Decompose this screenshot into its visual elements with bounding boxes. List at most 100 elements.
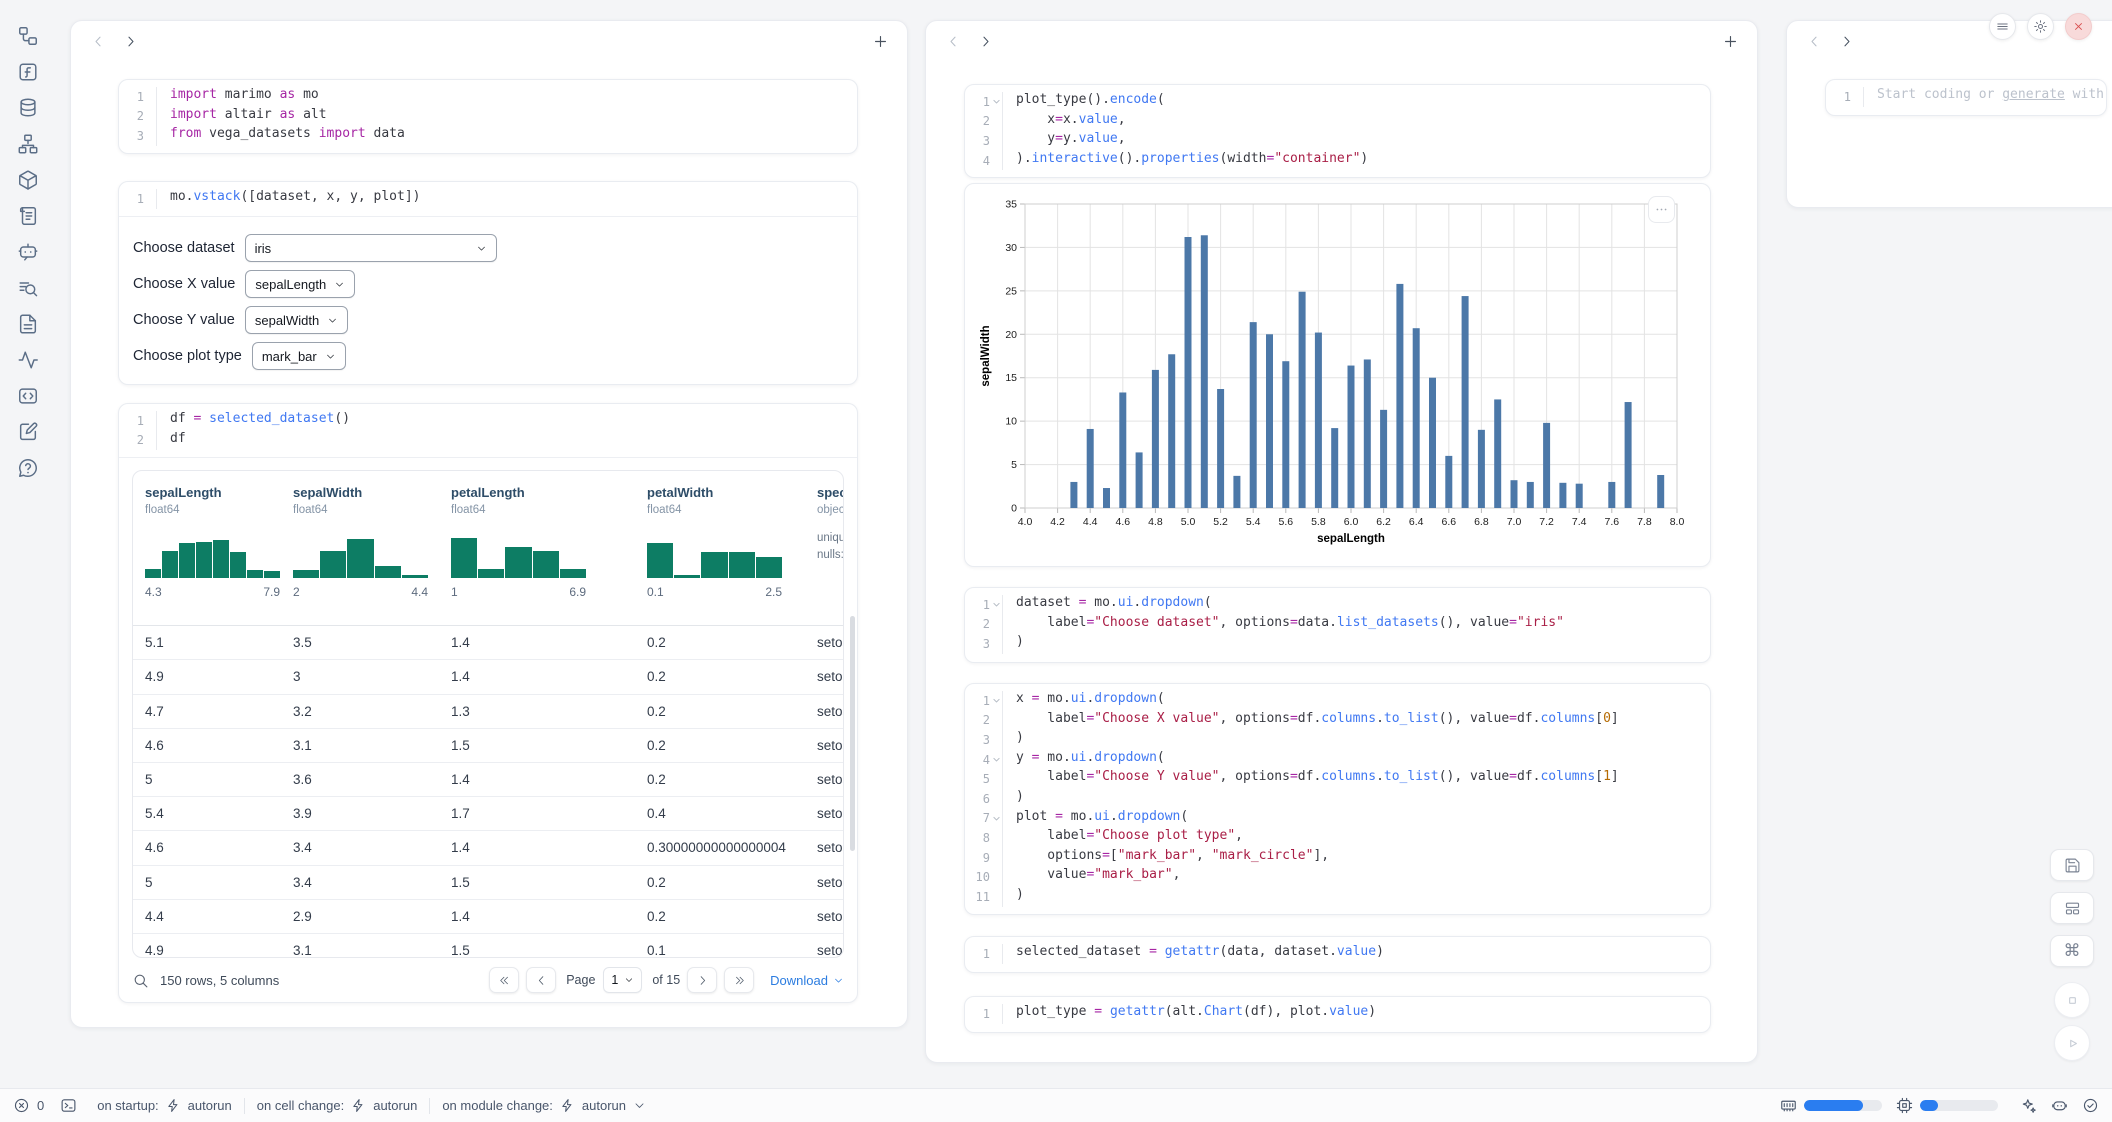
fold-chevron-icon[interactable]: [990, 600, 1002, 610]
code-line[interactable]: label="Choose X value", options=df.colum…: [1016, 711, 1710, 731]
add-cell-button[interactable]: [869, 30, 891, 52]
column-header-species[interactable]: speciesobjectunique:nulls:: [817, 485, 844, 564]
code-line[interactable]: import altair as alt: [170, 107, 857, 127]
terminal-button[interactable]: [60, 1097, 77, 1114]
code-line[interactable]: y = mo.ui.dropdown(: [1016, 750, 1710, 770]
code-line[interactable]: mo.vstack([dataset, x, y, plot]): [170, 189, 857, 209]
sidebar-dependencies-button[interactable]: [13, 130, 43, 158]
ai-assistant-button[interactable]: [2020, 1097, 2037, 1114]
sidebar-documentation-button[interactable]: [13, 310, 43, 338]
error-count-indicator[interactable]: 0: [13, 1097, 44, 1114]
column-header-sepalWidth[interactable]: sepalWidthfloat6424.4: [293, 485, 453, 599]
next-page-button[interactable]: [687, 967, 717, 993]
code-line[interactable]: plot_type = getattr(alt.Chart(df), plot.…: [1016, 1004, 1710, 1024]
code-line[interactable]: label="Choose dataset", options=data.lis…: [1016, 615, 1710, 635]
code-line[interactable]: df: [170, 431, 857, 451]
code-line[interactable]: y=y.value,: [1016, 131, 1710, 151]
code-cell-vstack[interactable]: 1mo.vstack([dataset, x, y, plot]) Choose…: [118, 181, 858, 385]
code-cell-imports[interactable]: 123import marimo as moimport altair as a…: [118, 79, 858, 154]
keyboard-shortcuts-button[interactable]: ⌘: [2050, 935, 2094, 967]
column-header-petalLength[interactable]: petalLengthfloat6416.9: [451, 485, 611, 599]
scroll-left-button[interactable]: [87, 30, 109, 52]
dropdown-choose-plot-type[interactable]: mark_bar: [252, 342, 346, 370]
code-cell-dataframe[interactable]: 12df = selected_dataset()df sepalLengthf…: [118, 403, 858, 1003]
code-line[interactable]: ): [1016, 634, 1710, 654]
runtime-config-on-cell-change[interactable]: on cell change:autorun: [257, 1098, 418, 1113]
sidebar-packages-button[interactable]: [13, 166, 43, 194]
column-header-sepalLength[interactable]: sepalLengthfloat644.37.9: [145, 485, 305, 599]
code-line[interactable]: label="Choose plot type",: [1016, 828, 1710, 848]
scroll-right-button[interactable]: [1835, 30, 1857, 52]
first-page-button[interactable]: [489, 967, 519, 993]
settings-button[interactable]: [2027, 13, 2054, 40]
code-line[interactable]: ): [1016, 730, 1710, 750]
code-line[interactable]: plot = mo.ui.dropdown(: [1016, 809, 1710, 829]
prev-page-button[interactable]: [526, 967, 556, 993]
column-header-petalWidth[interactable]: petalWidthfloat640.12.5: [647, 485, 807, 599]
menu-button[interactable]: [1989, 13, 2016, 40]
sidebar-snippets-button[interactable]: [13, 382, 43, 410]
scroll-right-button[interactable]: [119, 30, 141, 52]
ai-chat-icon: [17, 241, 39, 263]
code-line[interactable]: ): [1016, 789, 1710, 809]
sidebar-scratchpad-button[interactable]: [13, 418, 43, 446]
altair-chart[interactable]: 4.04.24.44.64.85.05.25.45.65.86.06.26.46…: [977, 192, 1687, 558]
sidebar-help-button[interactable]: [13, 454, 43, 482]
code-cell-plot[interactable]: 1234plot_type().encode( x=x.value, y=y.v…: [964, 84, 1711, 178]
code-cell-xy-plot-dropdowns[interactable]: 1234567891011x = mo.ui.dropdown( label="…: [964, 683, 1711, 915]
code-line[interactable]: x=x.value,: [1016, 112, 1710, 132]
code-line[interactable]: import marimo as mo: [170, 87, 857, 107]
code-cell-dataset-dropdown[interactable]: 123dataset = mo.ui.dropdown( label="Choo…: [964, 587, 1711, 663]
code-line[interactable]: ): [1016, 887, 1710, 907]
code-line[interactable]: df = selected_dataset(): [170, 411, 857, 431]
code-line[interactable]: x = mo.ui.dropdown(: [1016, 691, 1710, 711]
code-cell-selected-dataset[interactable]: 1selected_dataset = getattr(data, datase…: [964, 936, 1711, 973]
shutdown-button[interactable]: [2065, 13, 2092, 40]
sidebar-outline-button[interactable]: [13, 22, 43, 50]
sidebar-database-button[interactable]: [13, 94, 43, 122]
runtime-config-on-startup[interactable]: on startup:autorun: [97, 1098, 232, 1113]
scroll-right-button[interactable]: [974, 30, 996, 52]
fold-chevron-icon[interactable]: [990, 813, 1002, 823]
dropdown-choose-y-value[interactable]: sepalWidth: [245, 306, 348, 334]
search-icon[interactable]: [132, 972, 149, 989]
runtime-config-on-module-change[interactable]: on module change:autorun: [442, 1098, 646, 1113]
add-cell-button[interactable]: [1719, 30, 1741, 52]
empty-code-cell[interactable]: 1Start coding or generate with AI: [1825, 79, 2107, 116]
sidebar-functions-button[interactable]: [13, 58, 43, 86]
sidebar-search-button[interactable]: [13, 274, 43, 302]
code-line[interactable]: label="Choose Y value", options=df.colum…: [1016, 769, 1710, 789]
fold-chevron-icon[interactable]: [990, 97, 1002, 107]
last-page-button[interactable]: [724, 967, 754, 993]
layout-button[interactable]: [2050, 892, 2094, 924]
sidebar-tracing-button[interactable]: [13, 346, 43, 374]
code-line[interactable]: dataset = mo.ui.dropdown(: [1016, 595, 1710, 615]
code-line[interactable]: value="mark_bar",: [1016, 867, 1710, 887]
line-number: 2: [965, 711, 1002, 731]
download-button[interactable]: Download: [770, 973, 844, 988]
scroll-left-button[interactable]: [1803, 30, 1825, 52]
code-line[interactable]: selected_dataset = getattr(data, dataset…: [1016, 944, 1710, 964]
page-select[interactable]: 1: [603, 967, 642, 993]
sidebar-ai-chat-button[interactable]: [13, 238, 43, 266]
sidebar-logs-button[interactable]: [13, 202, 43, 230]
copilot-button[interactable]: [2051, 1097, 2068, 1114]
dropdown-choose-dataset[interactable]: iris: [245, 234, 497, 262]
code-line[interactable]: plot_type().encode(: [1016, 92, 1710, 112]
stop-kernel-button[interactable]: [2054, 982, 2090, 1018]
dropdown-value: sepalLength: [255, 277, 326, 292]
code-line[interactable]: ).interactive().properties(width="contai…: [1016, 151, 1710, 171]
code-cell-plot-type[interactable]: 1plot_type = getattr(alt.Chart(df), plot…: [964, 996, 1711, 1033]
save-button[interactable]: [2050, 849, 2094, 881]
code-line[interactable]: options=["mark_bar", "mark_circle"],: [1016, 848, 1710, 868]
fold-chevron-icon[interactable]: [990, 696, 1002, 706]
chart-actions-button[interactable]: [1648, 196, 1675, 223]
dropdown-choose-x-value[interactable]: sepalLength: [245, 270, 355, 298]
code-line[interactable]: Start coding or generate with AI: [1877, 87, 2106, 107]
code-line[interactable]: from vega_datasets import data: [170, 126, 857, 146]
scroll-left-button[interactable]: [942, 30, 964, 52]
run-all-button[interactable]: [2054, 1025, 2090, 1061]
table-scrollbar[interactable]: [850, 616, 855, 851]
connection-status-button[interactable]: [2082, 1097, 2099, 1114]
fold-chevron-icon[interactable]: [990, 755, 1002, 765]
